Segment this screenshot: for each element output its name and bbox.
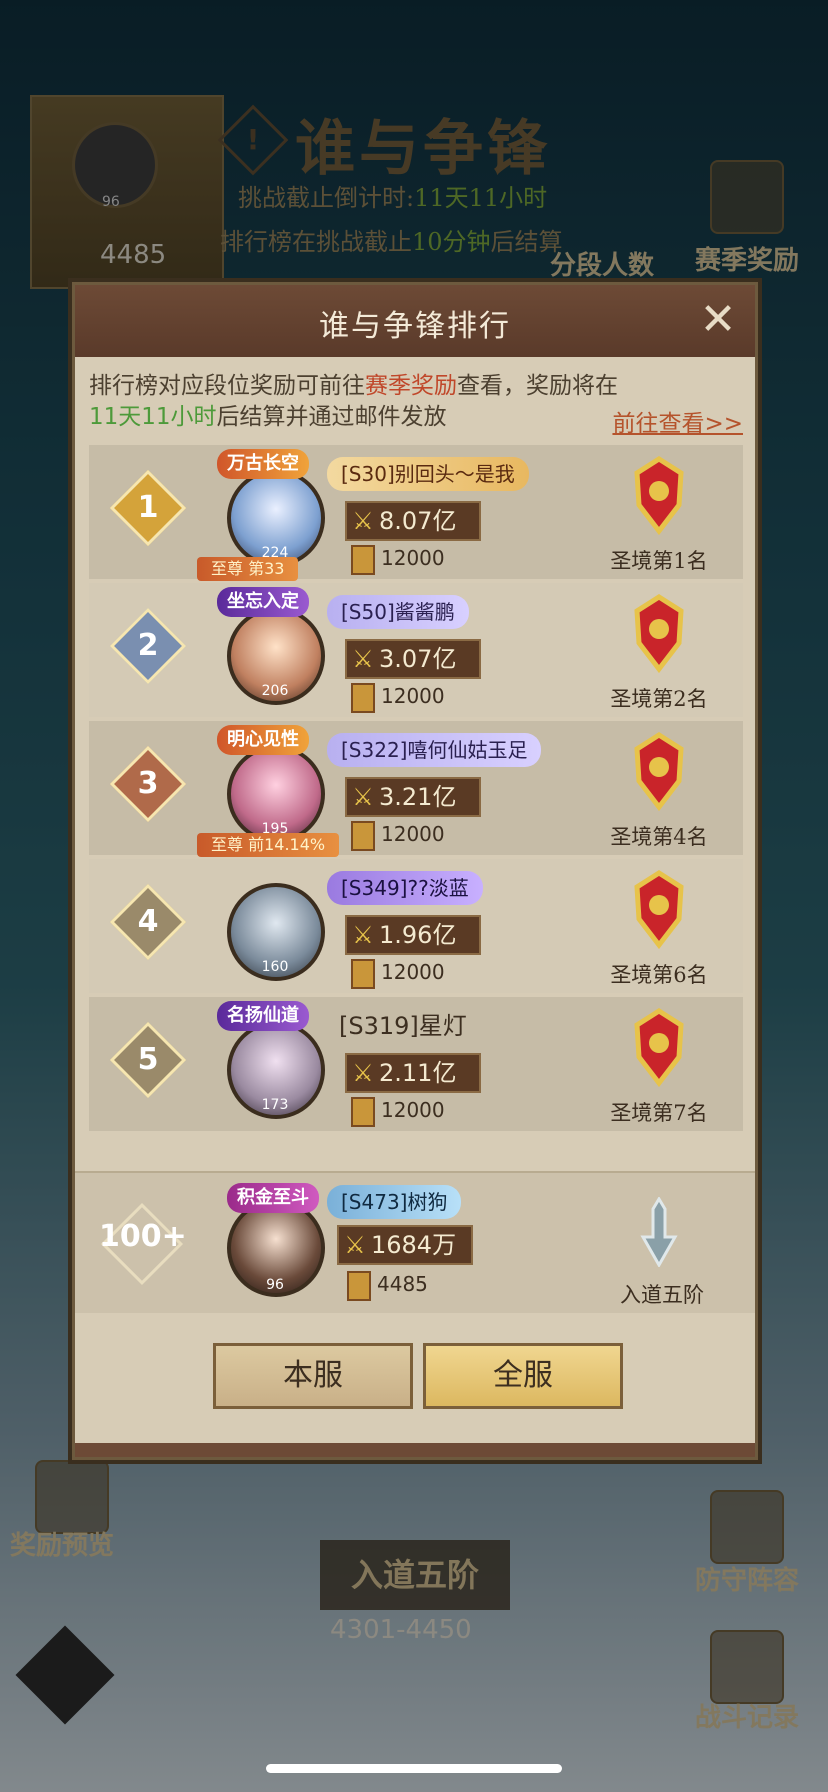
player-name: [S319]星灯	[339, 1012, 467, 1040]
ranking-list[interactable]: 1 万古长空 224 至尊 第33 [S30]别回头～是我 ⚔ 8.07亿 120…	[89, 445, 743, 1167]
rank-label: 圣境第7名	[610, 1101, 708, 1125]
title-tag: 坐忘入定	[217, 587, 309, 617]
home-indicator[interactable]	[266, 1764, 562, 1773]
coin-value: 12000	[381, 684, 445, 708]
rank-emblem-icon	[634, 1008, 684, 1087]
power-box: ⚔ 2.11亿	[345, 1053, 481, 1093]
coin-icon	[347, 1271, 371, 1301]
avatar-level: 173	[261, 1097, 289, 1113]
power-value: 8.07亿	[379, 507, 457, 535]
coin-value: 12000	[381, 822, 445, 846]
swords-icon: ⚔	[352, 921, 374, 949]
dialog-title: 谁与争锋排行	[319, 309, 511, 344]
rank-emblem-icon	[634, 594, 684, 673]
power-value: 2.11亿	[379, 1059, 457, 1087]
my-rank-number: 100+	[99, 1219, 187, 1254]
power-box: ⚔ 1684万	[337, 1225, 473, 1265]
swords-icon: ⚔	[344, 1231, 366, 1259]
title-tag: 名扬仙道	[217, 1001, 309, 1031]
sub-badge: 至尊 前14.14%	[197, 833, 340, 857]
power-value: 1684万	[371, 1231, 457, 1259]
coin-value: 12000	[381, 960, 445, 984]
rank-label: 圣境第2名	[610, 687, 708, 711]
power-box: ⚔ 3.21亿	[345, 777, 481, 817]
avatar-level: 160	[261, 959, 289, 975]
rank-number: 3	[137, 766, 159, 801]
swords-icon: ⚔	[352, 645, 374, 673]
player-name: [S50]酱酱鹏	[327, 595, 469, 629]
coin-icon	[351, 683, 375, 713]
rank-emblem-icon	[634, 456, 684, 535]
power-box: ⚔ 3.07亿	[345, 639, 481, 679]
rank-label: 圣境第1名	[610, 549, 708, 573]
all-server-button[interactable]: 全服	[423, 1343, 623, 1409]
power-value: 3.21亿	[379, 783, 457, 811]
rank-emblem-icon	[634, 870, 684, 949]
sub-badge: 至尊 第33	[197, 557, 299, 581]
rank-row-5[interactable]: 5 名扬仙道 173 [S319]星灯 ⚔ 2.11亿 12000 圣境第7名	[89, 997, 743, 1131]
power-value: 3.07亿	[379, 645, 457, 673]
avatar-level: 96	[266, 1277, 284, 1293]
power-value: 1.96亿	[379, 921, 457, 949]
coin-icon	[351, 545, 375, 575]
rank-row-2[interactable]: 2 坐忘入定 206 [S50]酱酱鹏 ⚔ 3.07亿 12000 圣境第2名	[89, 583, 743, 717]
goto-season-reward-link[interactable]: 前往查看>>	[612, 404, 743, 438]
dialog-header: 谁与争锋排行 ✕	[75, 285, 755, 357]
rank-number: 4	[137, 904, 159, 939]
player-name: [S322]嘻何仙姑玉足	[327, 733, 542, 767]
local-server-button[interactable]: 本服	[213, 1343, 413, 1409]
coin-value: 12000	[381, 1098, 445, 1122]
rank-row-3[interactable]: 3 明心见性 195 至尊 前14.14% [S322]嘻何仙姑玉足 ⚔ 3.21…	[89, 721, 743, 857]
avatar-level: 206	[261, 683, 289, 699]
player-name: [S30]别回头～是我	[327, 457, 529, 491]
close-icon[interactable]: ✕	[695, 297, 741, 343]
dialog-bottom-border	[75, 1443, 755, 1457]
swords-icon: ⚔	[352, 1059, 374, 1087]
title-tag: 明心见性	[217, 725, 309, 755]
rank-label: 圣境第6名	[610, 963, 708, 987]
rank-number: 1	[137, 490, 159, 525]
coin-icon	[351, 1097, 375, 1127]
rank-emblem-icon	[634, 732, 684, 811]
sword-emblem-icon	[640, 1197, 678, 1267]
power-box: ⚔ 8.07亿	[345, 501, 481, 541]
rank-row-4[interactable]: 4 160 [S349]??淡蓝 ⚔ 1.96亿 12000 圣境第6名	[89, 859, 743, 993]
rank-row-1[interactable]: 1 万古长空 224 至尊 第33 [S30]别回头～是我 ⚔ 8.07亿 120…	[89, 445, 743, 581]
swords-icon: ⚔	[352, 783, 374, 811]
coin-icon	[351, 821, 375, 851]
title-tag: 万古长空	[217, 449, 309, 479]
rank-label: 圣境第4名	[610, 825, 708, 849]
rank-label: 入道五阶	[620, 1283, 704, 1307]
swords-icon: ⚔	[352, 507, 374, 535]
power-box: ⚔ 1.96亿	[345, 915, 481, 955]
my-rank-row[interactable]: 100+ 积金至斗 96 [S473]树狗 ⚔ 1684万 4485 入道五阶	[75, 1171, 755, 1313]
rank-number: 5	[137, 1042, 159, 1077]
title-tag: 积金至斗	[227, 1183, 319, 1213]
player-name: [S349]??淡蓝	[327, 871, 483, 905]
coin-value: 12000	[381, 546, 445, 570]
rank-number: 2	[137, 628, 159, 663]
ranking-dialog: 谁与争锋排行 ✕ 排行榜对应段位奖励可前往赛季奖励查看，奖励将在 11天11小时…	[72, 282, 758, 1460]
coin-value: 4485	[377, 1272, 428, 1296]
coin-icon	[351, 959, 375, 989]
player-name: [S473]树狗	[327, 1185, 462, 1219]
